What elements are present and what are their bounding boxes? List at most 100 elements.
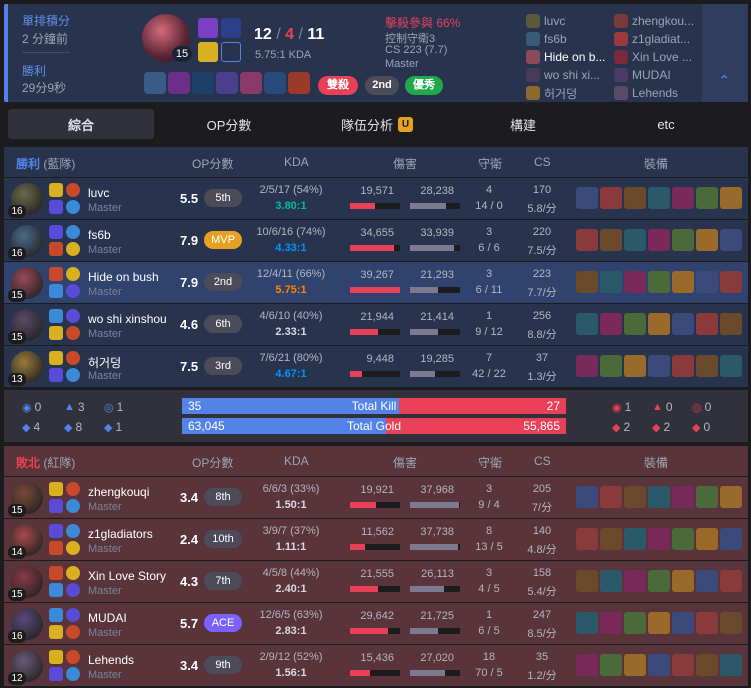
summoner-spell-icon[interactable] <box>49 650 63 664</box>
item-icon[interactable] <box>600 229 622 251</box>
item-icon[interactable] <box>600 486 622 508</box>
rune-icon[interactable] <box>66 368 80 382</box>
item-icon[interactable] <box>648 355 670 377</box>
summoner-spell-icon[interactable] <box>49 225 63 239</box>
rune-icon[interactable] <box>66 309 80 323</box>
item-icon[interactable] <box>672 271 694 293</box>
summoner-spell-icon[interactable] <box>49 242 63 256</box>
player-name[interactable]: z1gladiators <box>88 527 153 541</box>
item-icon[interactable] <box>696 229 718 251</box>
tab-op-score[interactable]: OP分數 <box>154 109 304 139</box>
item-icon[interactable] <box>624 229 646 251</box>
item-icon[interactable] <box>696 355 718 377</box>
item-icon[interactable] <box>600 271 622 293</box>
item-icon[interactable] <box>624 187 646 209</box>
item-icon[interactable] <box>672 486 694 508</box>
item-icon[interactable] <box>624 570 646 592</box>
item-icon[interactable] <box>648 528 670 550</box>
tab-build[interactable]: 構建 <box>450 109 596 139</box>
item-icon[interactable] <box>288 72 310 94</box>
summoner-spell-icon[interactable] <box>49 482 63 496</box>
player-row[interactable]: 12 Lehends Master 3.4 9th 2/9/12 (52%) 1.56:1 1… <box>4 644 748 686</box>
item-icon[interactable] <box>720 355 742 377</box>
summoner-spell-icon[interactable] <box>49 667 63 681</box>
player-name[interactable]: luvc <box>88 186 109 200</box>
player-name[interactable]: Xin Love Story <box>88 569 166 583</box>
player-name[interactable]: fs6b <box>88 228 111 242</box>
item-icon[interactable] <box>672 528 694 550</box>
summoner-spell-icon[interactable] <box>49 499 63 513</box>
item-icon[interactable] <box>672 612 694 634</box>
item-icon[interactable] <box>720 654 742 676</box>
item-icon[interactable] <box>648 570 670 592</box>
rune-icon[interactable] <box>66 625 80 639</box>
rune-icon[interactable] <box>66 524 80 538</box>
roster-player[interactable]: Lehends <box>614 84 702 102</box>
roster-player[interactable]: wo shi xi... <box>526 66 614 84</box>
item-icon[interactable] <box>720 486 742 508</box>
rune-icon[interactable] <box>66 499 80 513</box>
player-row[interactable]: 15 zhengkouqi Master 3.4 8th 6/6/3 (33%) 1.50:… <box>4 476 748 518</box>
item-icon[interactable] <box>624 355 646 377</box>
rune-icon[interactable] <box>66 541 80 555</box>
item-icon[interactable] <box>600 570 622 592</box>
rune-icon[interactable] <box>66 566 80 580</box>
rune-icon[interactable] <box>66 351 80 365</box>
summoner-spell-icon[interactable] <box>49 309 63 323</box>
summoner-spell-icon[interactable] <box>49 326 63 340</box>
item-icon[interactable] <box>648 313 670 335</box>
item-icon[interactable] <box>624 612 646 634</box>
item-icon[interactable] <box>600 612 622 634</box>
item-icon[interactable] <box>624 486 646 508</box>
item-icon[interactable] <box>168 72 190 94</box>
roster-player[interactable]: MUDAI <box>614 66 702 84</box>
rune-icon[interactable] <box>66 608 80 622</box>
item-icon[interactable] <box>600 187 622 209</box>
summoner-spell-icon[interactable] <box>49 566 63 580</box>
item-icon[interactable] <box>672 570 694 592</box>
item-icon[interactable] <box>720 187 742 209</box>
summoner-spell-icon[interactable] <box>49 267 63 281</box>
item-icon[interactable] <box>720 570 742 592</box>
item-icon[interactable] <box>696 187 718 209</box>
item-icon[interactable] <box>600 313 622 335</box>
item-icon[interactable] <box>576 187 598 209</box>
expand-button[interactable]: ⌃ <box>702 4 748 102</box>
item-icon[interactable] <box>576 654 598 676</box>
summoner-spell-icon[interactable] <box>49 368 63 382</box>
item-icon[interactable] <box>648 229 670 251</box>
roster-player[interactable]: 허거덩 <box>526 84 614 102</box>
item-icon[interactable] <box>624 313 646 335</box>
summoner-spell-icon[interactable] <box>49 541 63 555</box>
player-name[interactable]: zhengkouqi <box>88 485 149 499</box>
item-icon[interactable] <box>576 612 598 634</box>
player-row[interactable]: 15 Xin Love Story Master 4.3 7th 4/5/8 (44%) 2… <box>4 560 748 602</box>
summoner-spell-icon[interactable] <box>49 351 63 365</box>
summoner-spell-icon[interactable] <box>49 183 63 197</box>
tab-etc[interactable]: etc <box>596 109 736 139</box>
item-icon[interactable] <box>648 187 670 209</box>
rune-icon[interactable] <box>66 225 80 239</box>
player-name[interactable]: wo shi xinshou <box>88 312 167 326</box>
player-row[interactable]: 15 Hide on bush Master 7.9 2nd 12/4/11 (66%) 5… <box>4 261 748 303</box>
item-icon[interactable] <box>192 72 214 94</box>
rune-icon[interactable] <box>66 482 80 496</box>
roster-player[interactable]: luvc <box>526 12 614 30</box>
item-icon[interactable] <box>576 313 598 335</box>
item-icon[interactable] <box>672 229 694 251</box>
player-row[interactable]: 16 fs6b Master 7.9 MVP 10/6/16 (74%) 4.33:1 34,… <box>4 219 748 261</box>
tab-team-analysis[interactable]: 隊伍分析 U <box>304 109 450 139</box>
summoner-spell-icon[interactable] <box>198 18 218 38</box>
rune-icon[interactable] <box>198 42 218 62</box>
item-icon[interactable] <box>576 486 598 508</box>
summoner-spell-icon[interactable] <box>49 524 63 538</box>
summoner-spell-icon[interactable] <box>49 608 63 622</box>
item-icon[interactable] <box>696 570 718 592</box>
item-icon[interactable] <box>696 271 718 293</box>
item-icon[interactable] <box>720 612 742 634</box>
item-icon[interactable] <box>624 528 646 550</box>
item-icon[interactable] <box>672 355 694 377</box>
item-icon[interactable] <box>720 229 742 251</box>
roster-player[interactable]: fs6b <box>526 30 614 48</box>
roster-player[interactable]: Xin Love ... <box>614 48 702 66</box>
